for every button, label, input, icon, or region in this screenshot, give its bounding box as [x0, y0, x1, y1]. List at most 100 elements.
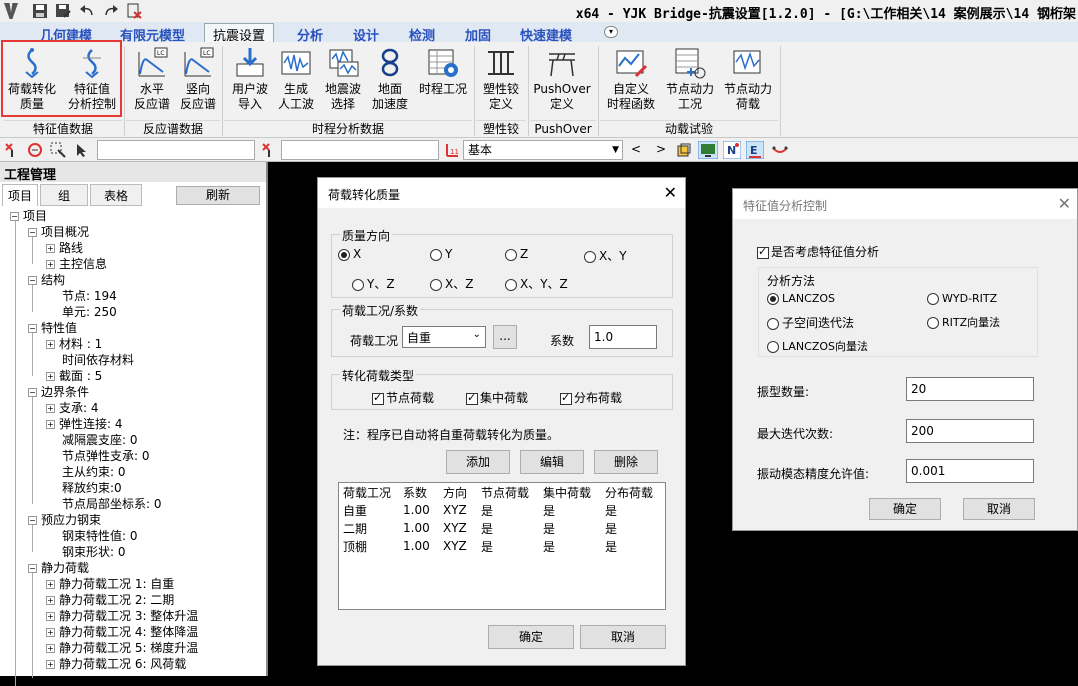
expand-icon[interactable]: + [46, 340, 55, 349]
table-row[interactable]: 二期 1.00 XYZ 是 是 是 [339, 519, 663, 537]
tree-node-nodes[interactable]: 节点: 194 [62, 288, 117, 304]
dir-x-radio[interactable]: X [338, 247, 361, 261]
dir-xyz-radio[interactable]: X、Y、Z [505, 275, 568, 292]
node-load-checkbox[interactable]: 节点荷载 [372, 389, 434, 406]
tree-node-main-control[interactable]: + 主控信息 [46, 256, 107, 272]
custom-time-function-button[interactable]: 自定义 时程函数 [604, 46, 658, 122]
ground-acceleration-button[interactable]: 地面 加速度 [366, 46, 414, 122]
expand-icon[interactable]: + [46, 612, 55, 621]
cancel-button[interactable]: 取消 [963, 498, 1035, 520]
tree-node-load-case[interactable]: + 静力荷载工况 4: 整体降温 [46, 624, 198, 640]
expand-icon[interactable]: + [46, 404, 55, 413]
shading-icon[interactable] [676, 142, 692, 158]
tree-node-overview[interactable]: − 项目概况 [28, 224, 89, 240]
tree-node-structure[interactable]: − 结构 [28, 272, 65, 288]
expand-icon[interactable]: + [46, 580, 55, 589]
expand-icon[interactable]: + [46, 660, 55, 669]
tree-node-release[interactable]: 释放约束:0 [62, 480, 122, 496]
select-node-icon[interactable] [4, 142, 20, 158]
save-as-icon[interactable] [55, 3, 71, 19]
iterations-input[interactable]: 200 [906, 419, 1034, 443]
tree-node-node-spring[interactable]: 节点弹性支承: 0 [62, 448, 150, 464]
concentrated-load-checkbox[interactable]: 集中荷载 [466, 389, 528, 406]
tree-node-tendon-shape[interactable]: 钢束形状: 0 [62, 544, 126, 560]
method-ritz-vector-radio[interactable]: RITZ向量法 [927, 314, 1000, 330]
expand-icon[interactable]: + [46, 244, 55, 253]
node-number-icon[interactable]: N [723, 141, 741, 159]
tab-table[interactable]: 表格 [90, 184, 142, 206]
prev-button[interactable]: < [631, 142, 641, 156]
expand-icon[interactable]: + [46, 628, 55, 637]
consider-eigen-checkbox[interactable]: 是否考虑特征值分析 [757, 243, 879, 260]
nodal-dynamic-load-button[interactable]: 节点动力 荷载 [722, 46, 774, 122]
tree-node-load-case[interactable]: + 静力荷载工况 2: 二期 [46, 592, 174, 608]
ok-button[interactable]: 确定 [488, 625, 574, 649]
import-user-wave-button[interactable]: 用户波 导入 [226, 46, 274, 122]
dir-yz-radio[interactable]: Y、Z [352, 275, 395, 292]
tree-node-time-material[interactable]: 时间依存材料 [62, 352, 134, 368]
tree-node-boundary[interactable]: − 边界条件 [28, 384, 89, 400]
node-input[interactable] [97, 140, 255, 160]
method-subspace-radio[interactable]: 子空间迭代法 [767, 314, 854, 331]
collapse-icon[interactable]: − [10, 212, 19, 221]
expand-icon[interactable]: + [46, 596, 55, 605]
browse-button[interactable]: ... [493, 325, 517, 349]
tree-node-tendon-props[interactable]: 钢束特性值: 0 [62, 528, 138, 544]
expand-icon[interactable]: + [46, 260, 55, 269]
tree-node-local-axis[interactable]: 节点局部坐标系: 0 [62, 496, 162, 512]
tree-node-section[interactable]: + 截面 : 5 [46, 368, 102, 384]
load-case-dropdown[interactable]: 自重 ⌄ [402, 326, 486, 348]
tree-node-load-case[interactable]: + 静力荷载工况 3: 整体升温 [46, 608, 198, 624]
table-row[interactable]: 顶棚 1.00 XYZ 是 是 是 [339, 537, 663, 555]
method-lanczos-radio[interactable]: LANCZOS [767, 292, 835, 305]
collapse-icon[interactable]: − [28, 516, 37, 525]
menu-seismic-settings[interactable]: 抗震设置 [204, 23, 275, 44]
tree-node-load-case[interactable]: + 静力荷载工况 6: 风荷载 [46, 656, 186, 672]
pushover-define-button[interactable]: PushOver 定义 [532, 46, 592, 122]
dir-y-radio[interactable]: Y [430, 247, 452, 261]
collapse-icon[interactable]: − [28, 564, 37, 573]
display-icon[interactable] [698, 141, 718, 159]
select-element-icon[interactable] [27, 142, 43, 158]
dir-xy-radio[interactable]: X、Y [584, 247, 627, 264]
tree-node-elements[interactable]: 单元: 250 [62, 304, 117, 320]
vertical-spectrum-button[interactable]: LC 竖向 反应谱 [174, 46, 222, 122]
table-row[interactable]: 自重 1.00 XYZ 是 是 是 [339, 501, 663, 519]
tree-node-supports[interactable]: + 支承: 4 [46, 400, 99, 416]
collapse-icon[interactable]: − [28, 228, 37, 237]
tree-node-isolator[interactable]: 减隔震支座: 0 [62, 432, 138, 448]
element-input[interactable] [281, 140, 439, 160]
tree-node-rigid-link[interactable]: 主从约束: 0 [62, 464, 126, 480]
dir-z-radio[interactable]: Z [505, 247, 528, 261]
tab-group[interactable]: 组 [40, 184, 88, 206]
collapse-icon[interactable]: − [28, 324, 37, 333]
collapse-icon[interactable]: − [28, 388, 37, 397]
tree-node-elastic-link[interactable]: + 弹性连接: 4 [46, 416, 123, 432]
element-number-icon[interactable]: E [746, 141, 764, 159]
tolerance-input[interactable]: 0.001 [906, 459, 1034, 483]
ribbon-options-icon[interactable]: ▾ [604, 26, 618, 38]
pointer-icon[interactable] [74, 142, 90, 158]
refresh-button[interactable]: 刷新 [176, 186, 260, 205]
tree-node-load-case[interactable]: + 静力荷载工况 5: 梯度升温 [46, 640, 198, 656]
expand-icon[interactable]: + [46, 420, 55, 429]
coef-input[interactable]: 1.0 [589, 325, 657, 349]
expand-icon[interactable]: + [46, 644, 55, 653]
edit-button[interactable]: 编辑 [520, 450, 584, 474]
nodal-dynamic-case-button[interactable]: 节点动力 工况 [664, 46, 716, 122]
tree-node-tendons[interactable]: − 预应力钢束 [28, 512, 101, 528]
cancel-button[interactable]: 取消 [580, 625, 666, 649]
tree-node-load-case[interactable]: + 静力荷载工况 1: 自重 [46, 576, 174, 592]
distributed-load-checkbox[interactable]: 分布荷载 [560, 389, 622, 406]
tree-node-static-loads[interactable]: − 静力荷载 [28, 560, 89, 576]
delete-doc-icon[interactable] [126, 3, 142, 19]
save-icon[interactable] [32, 3, 48, 19]
time-history-case-button[interactable]: 时程工况 [416, 46, 470, 122]
load-case-select[interactable]: 基本 ▼ [463, 140, 623, 160]
add-button[interactable]: 添加 [446, 450, 510, 474]
tree-node-route[interactable]: + 路线 [46, 240, 83, 256]
close-icon[interactable]: ✕ [664, 185, 677, 201]
modes-input[interactable]: 20 [906, 377, 1034, 401]
delete-button[interactable]: 删除 [594, 450, 658, 474]
artificial-wave-button[interactable]: 生成 人工波 [272, 46, 320, 122]
